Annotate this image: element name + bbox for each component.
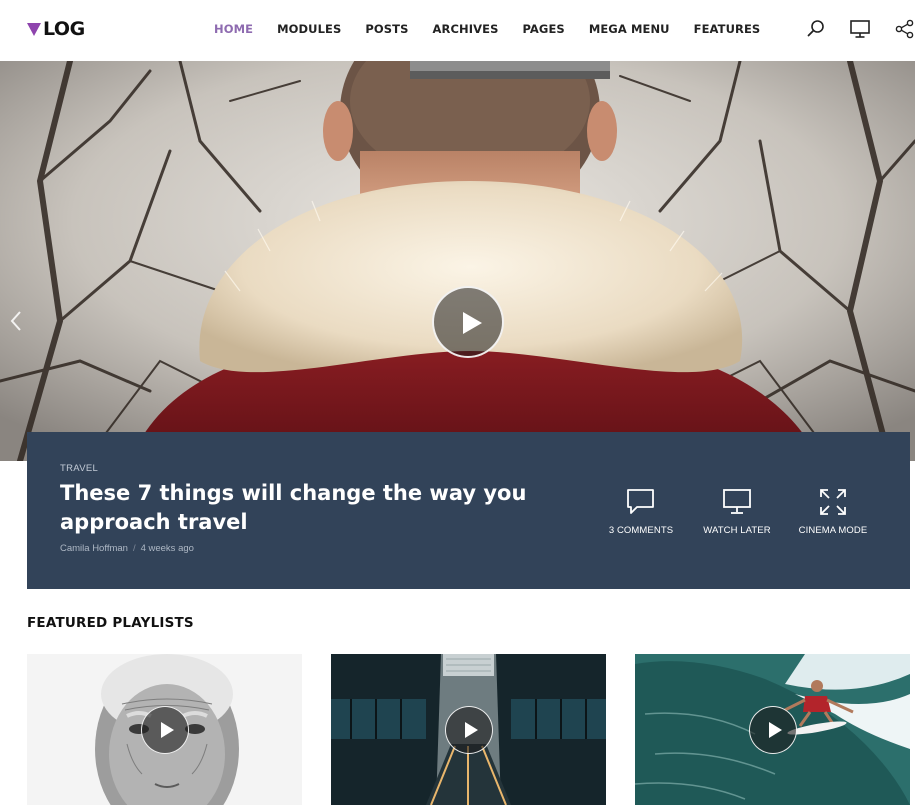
nav-item-mega-menu[interactable]: MEGA MENU xyxy=(589,22,670,36)
comments-button[interactable]: 3 COMMENTS xyxy=(606,487,676,536)
watch-later-label: WATCH LATER xyxy=(703,525,771,536)
hero-info-panel: TRAVEL These 7 things will change the wa… xyxy=(27,432,910,589)
monitor-icon[interactable] xyxy=(849,18,871,40)
playlist-3-play-button[interactable] xyxy=(748,705,797,754)
nav-item-features[interactable]: FEATURES xyxy=(694,22,761,36)
meta-separator: / xyxy=(132,543,136,554)
site-logo[interactable]: LOG xyxy=(27,17,85,41)
site-header: LOG HOME MODULES POSTS ARCHIVES PAGES ME… xyxy=(0,0,915,61)
hero-slider xyxy=(0,61,915,461)
hero-play-button[interactable] xyxy=(432,286,504,358)
watch-later-button[interactable]: WATCH LATER xyxy=(699,487,775,536)
nav-item-modules[interactable]: MODULES xyxy=(277,22,341,36)
comments-label: 3 COMMENTS xyxy=(608,525,674,536)
featured-playlists-title: FEATURED PLAYLISTS xyxy=(27,615,194,631)
post-title[interactable]: These 7 things will change the way you a… xyxy=(60,479,580,537)
logo-triangle-icon xyxy=(27,22,41,36)
slider-prev-arrow-icon[interactable] xyxy=(8,309,24,333)
share-icon[interactable] xyxy=(894,18,915,40)
cinema-mode-button[interactable]: CINEMA MODE xyxy=(795,487,871,536)
playlist-card-2[interactable] xyxy=(331,654,606,805)
monitor-icon xyxy=(723,489,751,514)
search-icon[interactable] xyxy=(805,18,827,40)
comment-icon xyxy=(627,489,654,514)
nav-item-archives[interactable]: ARCHIVES xyxy=(433,22,499,36)
post-date: 4 weeks ago xyxy=(140,543,194,554)
hero-image xyxy=(0,61,915,461)
logo-text: LOG xyxy=(43,18,85,40)
expand-icon xyxy=(820,489,846,515)
nav-item-pages[interactable]: PAGES xyxy=(522,22,564,36)
main-nav: HOME MODULES POSTS ARCHIVES PAGES MEGA M… xyxy=(214,0,784,58)
playlist-card-1[interactable] xyxy=(27,654,302,805)
post-meta: Camila Hoffman / 4 weeks ago xyxy=(60,543,194,554)
playlist-card-3[interactable] xyxy=(635,654,910,805)
playlist-1-play-button[interactable] xyxy=(140,705,189,754)
post-category[interactable]: TRAVEL xyxy=(60,463,98,474)
cinema-mode-label: CINEMA MODE xyxy=(798,525,868,536)
post-author[interactable]: Camila Hoffman xyxy=(60,543,128,554)
nav-item-posts[interactable]: POSTS xyxy=(365,22,408,36)
nav-item-home[interactable]: HOME xyxy=(214,22,253,36)
playlist-2-play-button[interactable] xyxy=(444,705,493,754)
